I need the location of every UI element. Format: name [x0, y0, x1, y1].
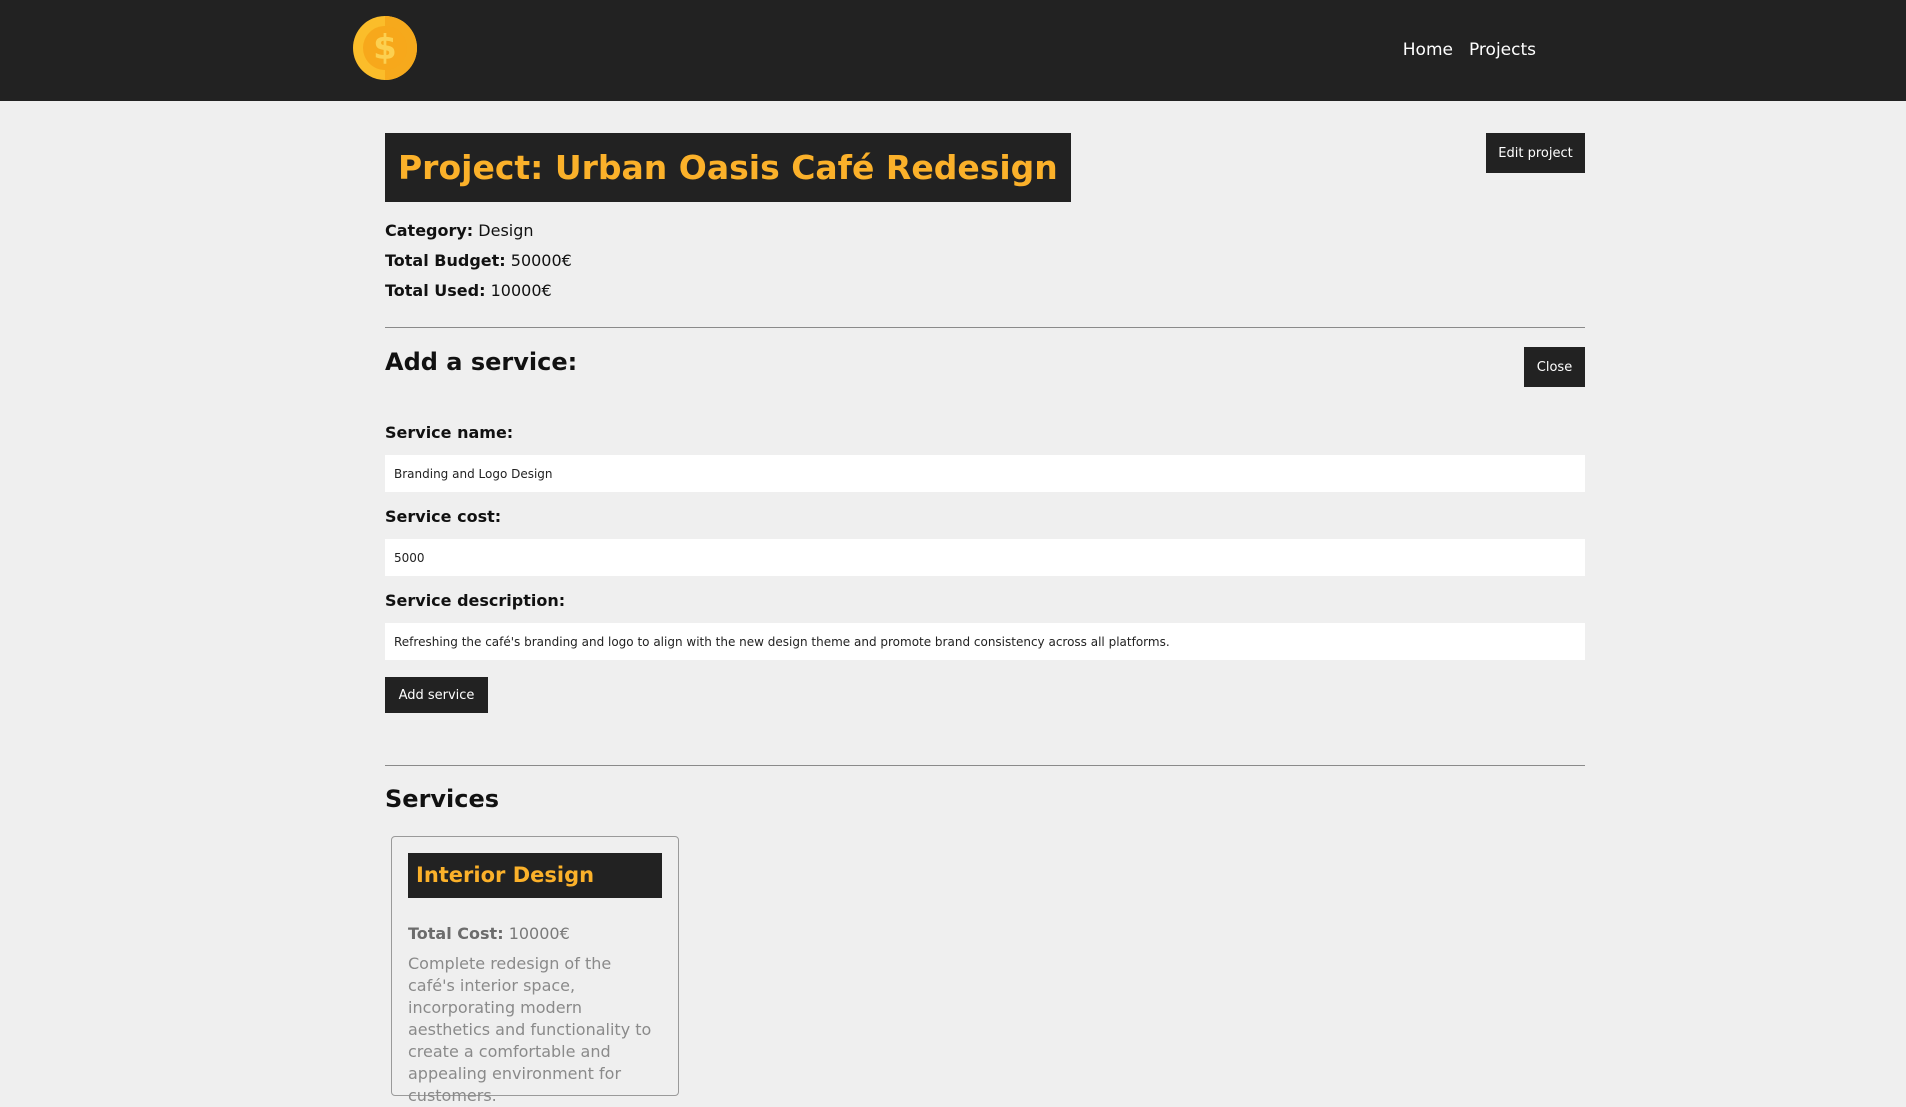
nav-home-link[interactable]: Home — [1403, 40, 1453, 60]
close-button[interactable]: Close — [1524, 347, 1585, 387]
service-card-title: Interior Design — [408, 853, 662, 898]
used-label: Total Used: — [385, 281, 486, 300]
service-name-input[interactable] — [385, 455, 1585, 492]
budget-row: Total Budget: 50000€ — [385, 246, 572, 276]
used-value: 10000€ — [490, 281, 552, 300]
budget-value: 50000€ — [510, 251, 572, 270]
service-cost-label: Service cost: — [385, 507, 502, 526]
divider — [385, 765, 1585, 766]
service-card-description: Complete redesign of the café's interior… — [408, 954, 652, 1105]
top-navbar: $ Home Projects — [0, 0, 1906, 101]
service-name-label: Service name: — [385, 423, 514, 442]
nav-projects-link[interactable]: Projects — [1469, 40, 1536, 60]
service-card-cost-value: 10000€ — [508, 924, 570, 943]
service-cost-input[interactable] — [385, 539, 1585, 576]
used-row: Total Used: 10000€ — [385, 276, 572, 306]
service-card: Interior Design Total Cost: 10000€ Compl… — [391, 836, 679, 1105]
project-title: Project: Urban Oasis Café Redesign — [385, 133, 1071, 202]
service-description-label: Service description: — [385, 591, 566, 610]
category-label: Category: — [385, 221, 474, 240]
service-card-cost-label: Total Cost: — [408, 924, 504, 943]
coin-logo-icon[interactable]: $ — [353, 16, 417, 80]
category-value: Design — [478, 221, 534, 240]
add-service-heading: Add a service: — [385, 348, 578, 376]
services-heading: Services — [385, 785, 500, 813]
divider — [385, 327, 1585, 328]
service-description-input[interactable] — [385, 623, 1585, 660]
project-meta: Category: Design Total Budget: 50000€ To… — [385, 216, 572, 306]
category-row: Category: Design — [385, 216, 572, 246]
budget-label: Total Budget: — [385, 251, 506, 270]
service-card-cost: Total Cost: 10000€ — [408, 924, 662, 943]
add-service-button[interactable]: Add service — [385, 677, 488, 713]
nav-links: Home Projects — [1403, 40, 1536, 60]
edit-project-button[interactable]: Edit project — [1486, 133, 1585, 173]
